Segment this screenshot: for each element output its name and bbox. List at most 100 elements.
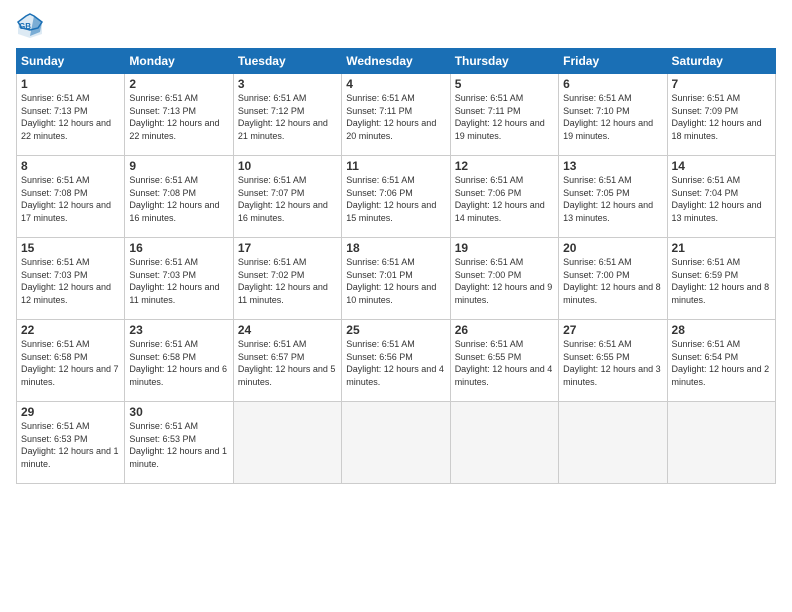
calendar-week-5: 29 Sunrise: 6:51 AM Sunset: 6:53 PM Dayl… bbox=[17, 402, 776, 484]
day-number: 4 bbox=[346, 77, 445, 91]
day-info: Sunrise: 6:51 AM Sunset: 7:00 PM Dayligh… bbox=[455, 256, 554, 306]
calendar-cell: 15 Sunrise: 6:51 AM Sunset: 7:03 PM Dayl… bbox=[17, 238, 125, 320]
page: GB SundayMondayTuesdayWednesdayThursdayF… bbox=[0, 0, 792, 612]
day-info: Sunrise: 6:51 AM Sunset: 6:55 PM Dayligh… bbox=[563, 338, 662, 388]
day-info: Sunrise: 6:51 AM Sunset: 7:11 PM Dayligh… bbox=[346, 92, 445, 142]
day-info: Sunrise: 6:51 AM Sunset: 7:01 PM Dayligh… bbox=[346, 256, 445, 306]
day-number: 25 bbox=[346, 323, 445, 337]
calendar-cell: 10 Sunrise: 6:51 AM Sunset: 7:07 PM Dayl… bbox=[233, 156, 341, 238]
day-number: 20 bbox=[563, 241, 662, 255]
calendar-cell: 20 Sunrise: 6:51 AM Sunset: 7:00 PM Dayl… bbox=[559, 238, 667, 320]
weekday-header-tuesday: Tuesday bbox=[233, 49, 341, 74]
calendar-cell: 1 Sunrise: 6:51 AM Sunset: 7:13 PM Dayli… bbox=[17, 74, 125, 156]
day-info: Sunrise: 6:51 AM Sunset: 7:13 PM Dayligh… bbox=[21, 92, 120, 142]
calendar-cell: 4 Sunrise: 6:51 AM Sunset: 7:11 PM Dayli… bbox=[342, 74, 450, 156]
calendar-cell: 11 Sunrise: 6:51 AM Sunset: 7:06 PM Dayl… bbox=[342, 156, 450, 238]
day-number: 3 bbox=[238, 77, 337, 91]
weekday-header-wednesday: Wednesday bbox=[342, 49, 450, 74]
calendar-week-1: 1 Sunrise: 6:51 AM Sunset: 7:13 PM Dayli… bbox=[17, 74, 776, 156]
weekday-header-sunday: Sunday bbox=[17, 49, 125, 74]
day-info: Sunrise: 6:51 AM Sunset: 7:06 PM Dayligh… bbox=[455, 174, 554, 224]
weekday-header-row: SundayMondayTuesdayWednesdayThursdayFrid… bbox=[17, 49, 776, 74]
day-number: 9 bbox=[129, 159, 228, 173]
day-info: Sunrise: 6:51 AM Sunset: 7:10 PM Dayligh… bbox=[563, 92, 662, 142]
day-number: 19 bbox=[455, 241, 554, 255]
day-info: Sunrise: 6:51 AM Sunset: 7:06 PM Dayligh… bbox=[346, 174, 445, 224]
calendar-cell bbox=[450, 402, 558, 484]
header: GB bbox=[16, 12, 776, 40]
day-number: 8 bbox=[21, 159, 120, 173]
day-number: 22 bbox=[21, 323, 120, 337]
logo-icon: GB bbox=[16, 12, 44, 40]
calendar-cell: 28 Sunrise: 6:51 AM Sunset: 6:54 PM Dayl… bbox=[667, 320, 775, 402]
day-info: Sunrise: 6:51 AM Sunset: 6:56 PM Dayligh… bbox=[346, 338, 445, 388]
day-info: Sunrise: 6:51 AM Sunset: 6:59 PM Dayligh… bbox=[672, 256, 771, 306]
day-number: 11 bbox=[346, 159, 445, 173]
calendar-cell: 13 Sunrise: 6:51 AM Sunset: 7:05 PM Dayl… bbox=[559, 156, 667, 238]
day-info: Sunrise: 6:51 AM Sunset: 7:00 PM Dayligh… bbox=[563, 256, 662, 306]
day-info: Sunrise: 6:51 AM Sunset: 6:53 PM Dayligh… bbox=[21, 420, 120, 470]
calendar-cell: 24 Sunrise: 6:51 AM Sunset: 6:57 PM Dayl… bbox=[233, 320, 341, 402]
calendar-week-2: 8 Sunrise: 6:51 AM Sunset: 7:08 PM Dayli… bbox=[17, 156, 776, 238]
calendar-cell: 25 Sunrise: 6:51 AM Sunset: 6:56 PM Dayl… bbox=[342, 320, 450, 402]
logo: GB bbox=[16, 12, 48, 40]
calendar-cell: 17 Sunrise: 6:51 AM Sunset: 7:02 PM Dayl… bbox=[233, 238, 341, 320]
calendar-cell: 9 Sunrise: 6:51 AM Sunset: 7:08 PM Dayli… bbox=[125, 156, 233, 238]
day-number: 6 bbox=[563, 77, 662, 91]
day-info: Sunrise: 6:51 AM Sunset: 7:08 PM Dayligh… bbox=[21, 174, 120, 224]
day-number: 27 bbox=[563, 323, 662, 337]
day-number: 7 bbox=[672, 77, 771, 91]
weekday-header-saturday: Saturday bbox=[667, 49, 775, 74]
calendar-cell: 7 Sunrise: 6:51 AM Sunset: 7:09 PM Dayli… bbox=[667, 74, 775, 156]
day-info: Sunrise: 6:51 AM Sunset: 7:02 PM Dayligh… bbox=[238, 256, 337, 306]
calendar-cell: 5 Sunrise: 6:51 AM Sunset: 7:11 PM Dayli… bbox=[450, 74, 558, 156]
day-number: 13 bbox=[563, 159, 662, 173]
weekday-header-friday: Friday bbox=[559, 49, 667, 74]
day-info: Sunrise: 6:51 AM Sunset: 7:03 PM Dayligh… bbox=[129, 256, 228, 306]
calendar-cell: 21 Sunrise: 6:51 AM Sunset: 6:59 PM Dayl… bbox=[667, 238, 775, 320]
day-number: 10 bbox=[238, 159, 337, 173]
weekday-header-thursday: Thursday bbox=[450, 49, 558, 74]
calendar-cell bbox=[559, 402, 667, 484]
day-info: Sunrise: 6:51 AM Sunset: 7:11 PM Dayligh… bbox=[455, 92, 554, 142]
day-info: Sunrise: 6:51 AM Sunset: 7:12 PM Dayligh… bbox=[238, 92, 337, 142]
day-number: 30 bbox=[129, 405, 228, 419]
weekday-header-monday: Monday bbox=[125, 49, 233, 74]
day-info: Sunrise: 6:51 AM Sunset: 7:08 PM Dayligh… bbox=[129, 174, 228, 224]
day-info: Sunrise: 6:51 AM Sunset: 6:58 PM Dayligh… bbox=[129, 338, 228, 388]
day-number: 24 bbox=[238, 323, 337, 337]
day-info: Sunrise: 6:51 AM Sunset: 7:04 PM Dayligh… bbox=[672, 174, 771, 224]
calendar-cell bbox=[342, 402, 450, 484]
day-number: 21 bbox=[672, 241, 771, 255]
calendar-cell bbox=[667, 402, 775, 484]
day-number: 16 bbox=[129, 241, 228, 255]
calendar-week-3: 15 Sunrise: 6:51 AM Sunset: 7:03 PM Dayl… bbox=[17, 238, 776, 320]
day-info: Sunrise: 6:51 AM Sunset: 7:03 PM Dayligh… bbox=[21, 256, 120, 306]
calendar-cell: 6 Sunrise: 6:51 AM Sunset: 7:10 PM Dayli… bbox=[559, 74, 667, 156]
calendar-cell: 2 Sunrise: 6:51 AM Sunset: 7:13 PM Dayli… bbox=[125, 74, 233, 156]
day-info: Sunrise: 6:51 AM Sunset: 7:05 PM Dayligh… bbox=[563, 174, 662, 224]
calendar-cell: 14 Sunrise: 6:51 AM Sunset: 7:04 PM Dayl… bbox=[667, 156, 775, 238]
day-info: Sunrise: 6:51 AM Sunset: 6:54 PM Dayligh… bbox=[672, 338, 771, 388]
calendar-table: SundayMondayTuesdayWednesdayThursdayFrid… bbox=[16, 48, 776, 484]
day-number: 23 bbox=[129, 323, 228, 337]
day-info: Sunrise: 6:51 AM Sunset: 6:55 PM Dayligh… bbox=[455, 338, 554, 388]
calendar-cell: 12 Sunrise: 6:51 AM Sunset: 7:06 PM Dayl… bbox=[450, 156, 558, 238]
calendar-week-4: 22 Sunrise: 6:51 AM Sunset: 6:58 PM Dayl… bbox=[17, 320, 776, 402]
calendar-cell: 18 Sunrise: 6:51 AM Sunset: 7:01 PM Dayl… bbox=[342, 238, 450, 320]
day-number: 2 bbox=[129, 77, 228, 91]
day-info: Sunrise: 6:51 AM Sunset: 6:58 PM Dayligh… bbox=[21, 338, 120, 388]
calendar-cell bbox=[233, 402, 341, 484]
day-number: 29 bbox=[21, 405, 120, 419]
day-number: 14 bbox=[672, 159, 771, 173]
day-number: 15 bbox=[21, 241, 120, 255]
calendar-cell: 26 Sunrise: 6:51 AM Sunset: 6:55 PM Dayl… bbox=[450, 320, 558, 402]
calendar-cell: 19 Sunrise: 6:51 AM Sunset: 7:00 PM Dayl… bbox=[450, 238, 558, 320]
calendar-cell: 3 Sunrise: 6:51 AM Sunset: 7:12 PM Dayli… bbox=[233, 74, 341, 156]
day-number: 5 bbox=[455, 77, 554, 91]
day-info: Sunrise: 6:51 AM Sunset: 7:09 PM Dayligh… bbox=[672, 92, 771, 142]
calendar-cell: 16 Sunrise: 6:51 AM Sunset: 7:03 PM Dayl… bbox=[125, 238, 233, 320]
calendar-cell: 23 Sunrise: 6:51 AM Sunset: 6:58 PM Dayl… bbox=[125, 320, 233, 402]
calendar-cell: 8 Sunrise: 6:51 AM Sunset: 7:08 PM Dayli… bbox=[17, 156, 125, 238]
day-number: 28 bbox=[672, 323, 771, 337]
